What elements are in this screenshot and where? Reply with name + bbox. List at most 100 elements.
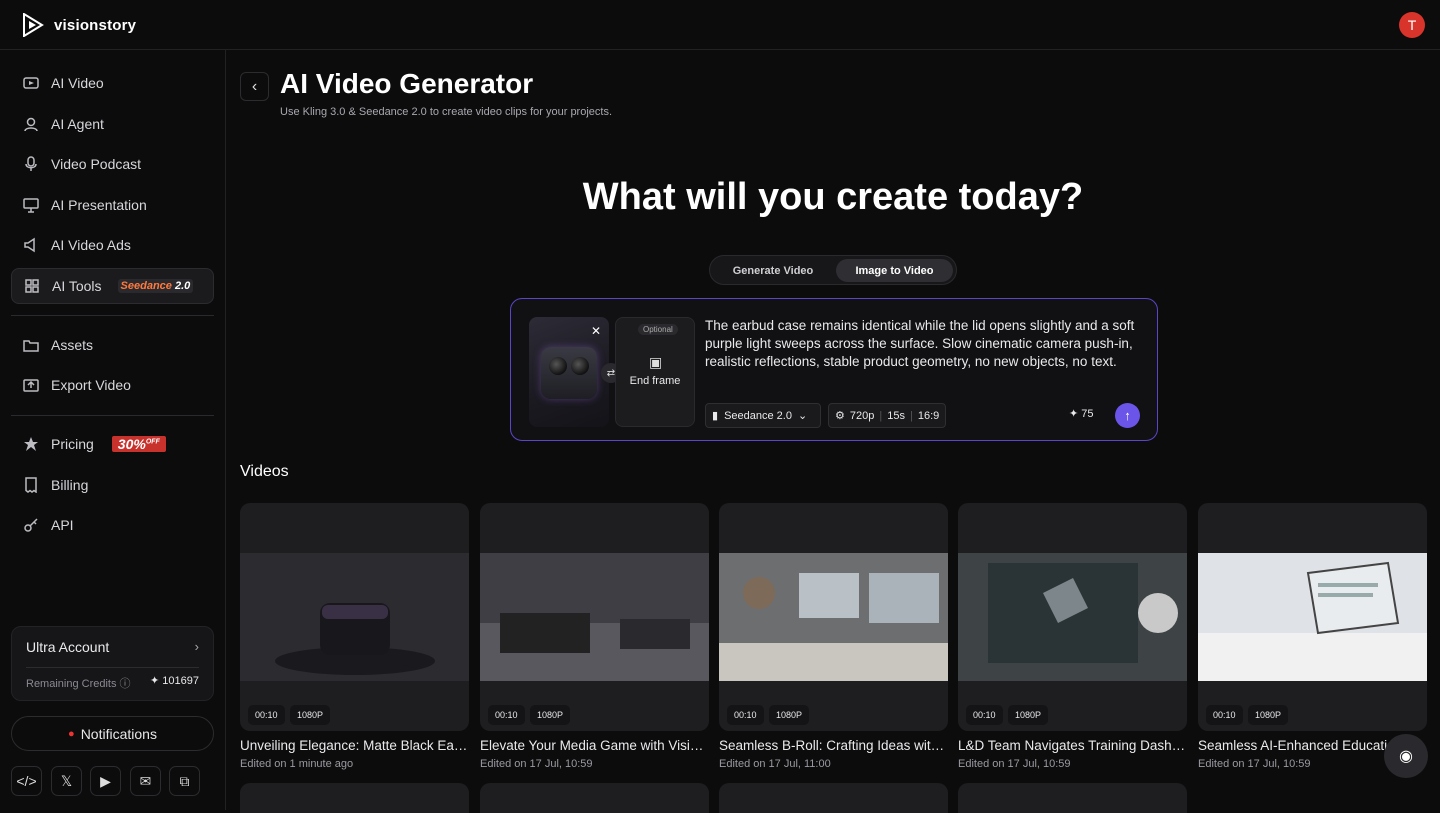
logo-icon: [23, 13, 44, 37]
video-card[interactable]: 00:10 1080P: [719, 503, 948, 731]
youtube-icon[interactable]: ▶: [90, 766, 121, 796]
tab-generate-video[interactable]: Generate Video: [714, 259, 832, 282]
sidebar-item-label: AI Tools: [52, 278, 102, 294]
sidebar-item-label: API: [51, 517, 74, 533]
back-button[interactable]: ‹: [240, 72, 269, 101]
hero-heading: What will you create today?: [582, 176, 1084, 218]
x-icon[interactable]: 𝕏: [51, 766, 82, 796]
video-date: Edited on 17 Jul, 10:59: [480, 758, 593, 770]
pricing-icon: [24, 437, 38, 451]
tab-image-to-video[interactable]: Image to Video: [836, 259, 953, 282]
sidebar-item-ai-video-ads[interactable]: AI Video Ads: [11, 227, 214, 263]
video-date: Edited on 17 Jul, 11:00: [719, 758, 831, 770]
quality-chip: 1080P: [1008, 705, 1049, 725]
spark-icon: ✦: [1069, 408, 1079, 420]
main-content: ‹ AI Video Generator Use Kling 3.0 & See…: [226, 50, 1440, 813]
ratio-value: 16:9: [917, 409, 940, 422]
chevron-down-icon: ⌄: [797, 410, 808, 422]
quality-chip: 1080P: [530, 705, 571, 725]
page-subtitle: Use Kling 3.0 & Seedance 2.0 to create v…: [280, 106, 613, 118]
sidebar-item-export-video[interactable]: Export Video: [11, 367, 214, 403]
model-label: Seedance 2.0: [724, 409, 792, 422]
chevron-right-icon: ›: [194, 639, 199, 654]
info-icon: ⓘ: [119, 678, 131, 690]
discount-badge: 30%OFF: [111, 436, 166, 452]
account-title: Ultra Account: [26, 639, 110, 655]
presentation-icon: [23, 198, 39, 213]
account-card[interactable]: Ultra Account › Remaining Credits ⓘ ✦ 10…: [11, 626, 214, 701]
sidebar-item-ai-agent[interactable]: AI Agent: [11, 106, 214, 142]
video-card[interactable]: [480, 783, 709, 813]
billing-icon: [25, 477, 37, 493]
code-icon[interactable]: </>: [11, 766, 42, 796]
user-avatar[interactable]: T: [1399, 12, 1425, 38]
logo[interactable]: visionstory: [22, 13, 136, 37]
sidebar-item-label: Billing: [51, 477, 89, 493]
duration-value: 15s: [887, 409, 905, 422]
ads-icon: [24, 237, 35, 253]
account-divider: [26, 667, 199, 668]
sidebar-item-ai-video[interactable]: AI Video: [11, 65, 214, 101]
video-card[interactable]: [719, 783, 948, 813]
sidebar-item-assets[interactable]: Assets: [11, 327, 214, 363]
duration-chip: 00:10: [727, 705, 764, 725]
assets-icon: [23, 340, 39, 352]
end-frame-upload[interactable]: Optional ▣ End frame: [615, 317, 695, 427]
video-card[interactable]: 00:10 1080P: [958, 503, 1187, 731]
mail-icon[interactable]: ✉: [130, 766, 161, 796]
sidebar-item-ai-presentation[interactable]: AI Presentation: [11, 187, 214, 223]
sidebar-item-label: Video Podcast: [51, 156, 142, 172]
sidebar-item-label: Pricing: [51, 436, 94, 452]
podcast-icon: [25, 156, 37, 171]
docs-icon[interactable]: ⧉: [169, 766, 200, 796]
sidebar-item-video-podcast[interactable]: Video Podcast: [11, 146, 214, 182]
sidebar-item-billing[interactable]: Billing: [11, 467, 214, 503]
video-card[interactable]: [240, 783, 469, 813]
chat-icon: ◉: [1399, 748, 1413, 765]
video-card[interactable]: [958, 783, 1187, 813]
video-card[interactable]: 00:10 1080P: [1198, 503, 1427, 731]
prompt-panel: ✕ ⇄ Optional ▣ End frame The earbud case…: [510, 298, 1158, 441]
bell-icon: ●: [68, 727, 75, 740]
duration-chip: 00:10: [488, 705, 525, 725]
quality-chip: 1080P: [290, 705, 331, 725]
sidebar-item-label: AI Presentation: [51, 197, 147, 213]
chat-support-button[interactable]: ◉: [1384, 734, 1428, 778]
prompt-input[interactable]: The earbud case remains identical while …: [705, 317, 1145, 371]
start-frame-thumbnail[interactable]: ✕: [529, 317, 609, 427]
page-title: AI Video Generator: [280, 68, 534, 99]
video-date: Edited on 17 Jul, 10:59: [958, 758, 1071, 770]
image-icon: ▣: [649, 354, 663, 370]
video-title: L&D Team Navigates Training Dashboard: [958, 738, 1187, 753]
credit-cost: ✦ 75: [1069, 408, 1094, 420]
sidebar-divider: [11, 415, 214, 416]
credits-value: ✦ 101697: [150, 675, 199, 687]
seedance-badge: Seedance 2.0: [117, 279, 194, 293]
video-thumbnail: [958, 553, 1187, 681]
arrow-up-icon: ↑: [1124, 408, 1131, 423]
video-card[interactable]: 00:10 1080P: [240, 503, 469, 731]
send-button[interactable]: ↑: [1115, 403, 1140, 428]
sliders-icon: ⚙: [835, 410, 845, 422]
sidebar-item-ai-tools[interactable]: AI Tools Seedance 2.0: [11, 268, 214, 304]
video-title: Unveiling Elegance: Matte Black Earbuds: [240, 738, 469, 753]
close-icon[interactable]: ✕: [591, 324, 601, 338]
bars-icon: ▮: [712, 410, 719, 422]
tools-icon: [25, 279, 39, 293]
video-settings[interactable]: ⚙ 720p | 15s | 16:9: [828, 403, 947, 428]
duration-chip: 00:10: [966, 705, 1003, 725]
sidebar-item-pricing[interactable]: Pricing 30%OFF: [11, 426, 214, 462]
sidebar-item-label: AI Agent: [51, 116, 104, 132]
top-bar: visionstory T: [0, 0, 1440, 50]
sidebar-item-label: Export Video: [51, 377, 131, 393]
notifications-button[interactable]: ● Notifications: [11, 716, 214, 751]
video-card[interactable]: 00:10 1080P: [480, 503, 709, 731]
sidebar-item-api[interactable]: API: [11, 507, 214, 543]
mode-tabs: Generate Video Image to Video: [709, 255, 957, 285]
video-thumbnail: [240, 553, 469, 681]
quality-chip: 1080P: [769, 705, 810, 725]
earbud-case-image: [541, 347, 597, 399]
export-icon: [23, 379, 39, 392]
chevron-left-icon: ‹: [251, 77, 258, 95]
model-select[interactable]: ▮ Seedance 2.0 ⌄: [705, 403, 821, 428]
